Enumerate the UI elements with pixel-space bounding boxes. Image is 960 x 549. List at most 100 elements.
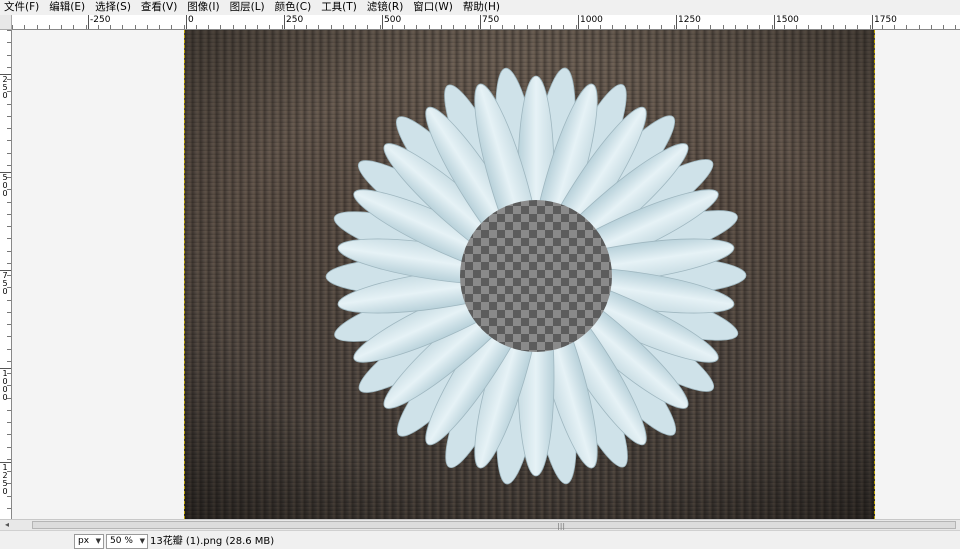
ruler-minor-tick bbox=[7, 349, 11, 350]
ruler-minor-tick bbox=[686, 25, 687, 29]
ruler-major-tick bbox=[382, 15, 383, 29]
menu-item[interactable]: 滤镜(R) bbox=[367, 0, 404, 15]
ruler-minor-tick bbox=[220, 25, 221, 29]
menu-item[interactable]: 图层(L) bbox=[230, 0, 265, 15]
horizontal-ruler[interactable]: -250 0 250 500 750 1000 1250 1500 1750 bbox=[12, 15, 960, 30]
ruler-minor-tick bbox=[7, 483, 11, 484]
ruler-minor-tick bbox=[7, 434, 11, 435]
ruler-minor-tick bbox=[478, 25, 479, 29]
menu-item[interactable]: 选择(S) bbox=[95, 0, 131, 15]
chevron-down-icon: ▼ bbox=[139, 537, 145, 545]
ruler-minor-tick bbox=[931, 25, 932, 29]
ruler-minor-tick bbox=[294, 25, 295, 29]
ruler-minor-tick bbox=[135, 25, 136, 29]
ruler-minor-tick bbox=[870, 25, 871, 29]
ruler-minor-tick bbox=[367, 25, 368, 29]
ruler-minor-tick bbox=[7, 79, 11, 80]
menu-item[interactable]: 编辑(E) bbox=[49, 0, 85, 15]
ruler-minor-tick bbox=[73, 25, 74, 29]
ruler-minor-tick bbox=[7, 459, 11, 460]
ruler-minor-tick bbox=[514, 25, 515, 29]
ruler-minor-tick bbox=[12, 25, 13, 29]
ruler-minor-tick bbox=[649, 25, 650, 29]
ruler-minor-tick bbox=[306, 25, 307, 29]
ruler-minor-tick bbox=[147, 25, 148, 29]
ruler-label: -250 bbox=[90, 15, 111, 25]
ruler-minor-tick bbox=[159, 25, 160, 29]
ruler-minor-tick bbox=[7, 189, 11, 190]
ruler-minor-tick bbox=[429, 25, 430, 29]
ruler-minor-tick bbox=[7, 177, 11, 178]
ruler-minor-tick bbox=[772, 25, 773, 29]
ruler-minor-tick bbox=[710, 25, 711, 29]
ruler-minor-tick bbox=[7, 496, 11, 497]
ruler-minor-tick bbox=[7, 312, 11, 313]
menu-item[interactable]: 文件(F) bbox=[4, 0, 39, 15]
horizontal-scrollbar[interactable]: ◂ ||| bbox=[0, 519, 960, 531]
ruler-minor-tick bbox=[906, 25, 907, 29]
ruler-minor-tick bbox=[37, 25, 38, 29]
menu-item[interactable]: 工具(T) bbox=[321, 0, 357, 15]
ruler-minor-tick bbox=[257, 25, 258, 29]
menu-item[interactable]: 颜色(C) bbox=[275, 0, 312, 15]
ruler-minor-tick bbox=[7, 300, 11, 301]
menu-item[interactable]: 窗口(W) bbox=[413, 0, 453, 15]
ruler-minor-tick bbox=[7, 361, 11, 362]
ruler-minor-tick bbox=[7, 104, 11, 105]
ruler-minor-tick bbox=[7, 30, 11, 31]
ruler-minor-tick bbox=[821, 25, 822, 29]
ruler-minor-tick bbox=[833, 25, 834, 29]
ruler-minor-tick bbox=[7, 422, 11, 423]
vertical-ruler[interactable]: 250 500 750 1000 1250 bbox=[0, 30, 12, 519]
ruler-minor-tick bbox=[7, 410, 11, 411]
image-canvas[interactable] bbox=[184, 30, 875, 519]
ruler-minor-tick bbox=[919, 25, 920, 29]
ruler-minor-tick bbox=[184, 25, 185, 29]
status-bar: px ▼ 50 % ▼ 13花瓣 (1).png (28.6 MB) bbox=[0, 530, 960, 549]
ruler-minor-tick bbox=[7, 91, 11, 92]
transparent-center bbox=[460, 200, 612, 352]
ruler-minor-tick bbox=[86, 25, 87, 29]
ruler-corner bbox=[0, 15, 12, 30]
ruler-minor-tick bbox=[171, 25, 172, 29]
ruler-minor-tick bbox=[661, 25, 662, 29]
ruler-minor-tick bbox=[7, 128, 11, 129]
chevron-down-icon: ▼ bbox=[95, 537, 101, 545]
menu-item[interactable]: 帮助(H) bbox=[463, 0, 500, 15]
ruler-minor-tick bbox=[7, 263, 11, 264]
zoom-select[interactable]: 50 % ▼ bbox=[106, 534, 148, 549]
scroll-left-icon[interactable]: ◂ bbox=[2, 520, 12, 530]
ruler-minor-tick bbox=[7, 373, 11, 374]
menu-item[interactable]: 查看(V) bbox=[141, 0, 177, 15]
ruler-minor-tick bbox=[857, 25, 858, 29]
ruler-minor-tick bbox=[245, 25, 246, 29]
unit-select[interactable]: px ▼ bbox=[74, 534, 104, 549]
ruler-minor-tick bbox=[502, 25, 503, 29]
ruler-minor-tick bbox=[331, 25, 332, 29]
ruler-minor-tick bbox=[98, 25, 99, 29]
ruler-minor-tick bbox=[7, 214, 11, 215]
ruler-minor-tick bbox=[233, 25, 234, 29]
ruler-minor-tick bbox=[759, 25, 760, 29]
menu-item[interactable]: 图像(I) bbox=[187, 0, 219, 15]
ruler-minor-tick bbox=[7, 508, 11, 509]
ruler-minor-tick bbox=[796, 25, 797, 29]
ruler-minor-tick bbox=[7, 116, 11, 117]
ruler-minor-tick bbox=[7, 287, 11, 288]
file-info: 13花瓣 (1).png (28.6 MB) bbox=[150, 536, 275, 547]
ruler-label: 1000 bbox=[580, 15, 603, 25]
ruler-minor-tick bbox=[808, 25, 809, 29]
ruler-minor-tick bbox=[7, 275, 11, 276]
ruler-minor-tick bbox=[955, 25, 956, 29]
zoom-value: 50 % bbox=[110, 536, 133, 546]
ruler-minor-tick bbox=[7, 238, 11, 239]
ruler-minor-tick bbox=[7, 67, 11, 68]
ruler-major-tick bbox=[676, 15, 677, 29]
scrollbar-thumb[interactable]: ||| bbox=[32, 521, 956, 531]
menu-bar: 文件(F) 编辑(E) 选择(S) 查看(V) 图像(I) 图层(L) 颜色(C) 工具(T)… bbox=[0, 0, 960, 15]
ruler-minor-tick bbox=[600, 25, 601, 29]
ruler-minor-tick bbox=[282, 25, 283, 29]
ruler-minor-tick bbox=[355, 25, 356, 29]
canvas-area[interactable] bbox=[12, 30, 960, 519]
ruler-minor-tick bbox=[269, 25, 270, 29]
